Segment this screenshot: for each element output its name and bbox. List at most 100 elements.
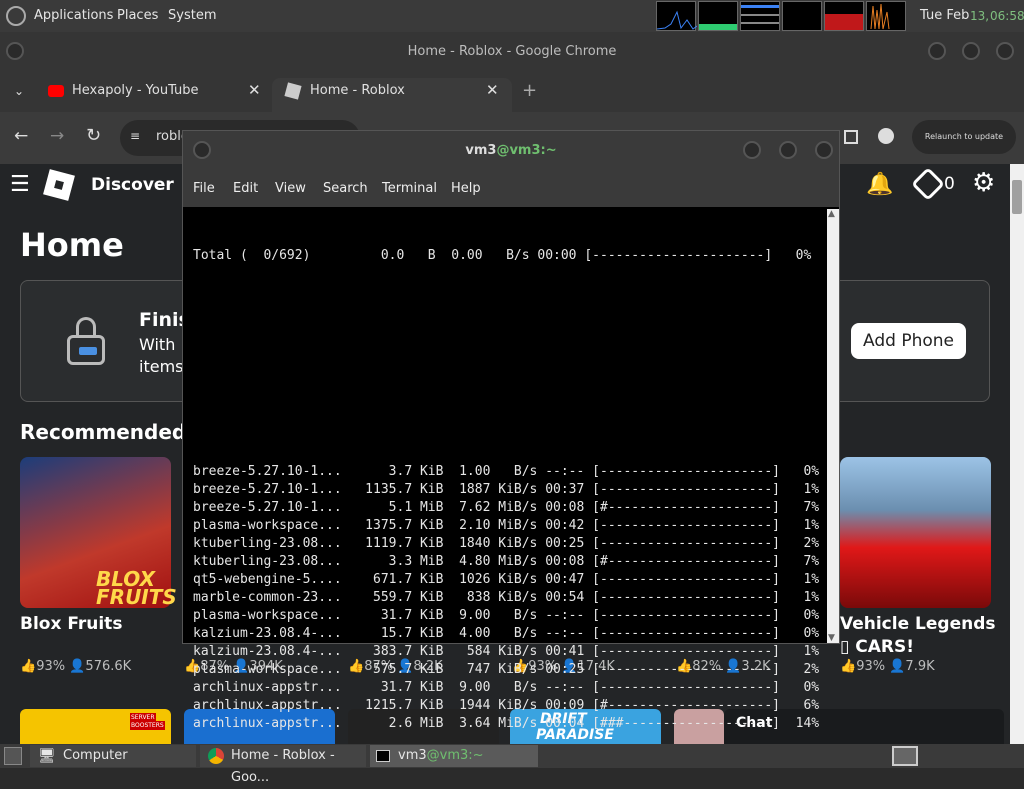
side-panel-icon[interactable]: [844, 130, 858, 144]
taskbar-computer[interactable]: 🖥 Computer: [30, 745, 196, 767]
swap-monitor: [740, 1, 780, 31]
menu-view[interactable]: View: [275, 181, 306, 196]
terminal-line: marble-common-23... 559.7 KiB 838 KiB/s …: [193, 590, 820, 605]
terminal-menubar: File Edit View Search Terminal Help: [183, 171, 839, 207]
tab-youtube[interactable]: Hexapoly - YouTube ✕: [40, 78, 270, 112]
computer-icon: 🖥: [38, 748, 56, 764]
relaunch-button[interactable]: Relaunch to update: [912, 120, 1016, 154]
banner-text-2: items: [139, 357, 184, 376]
roblox-logo-icon[interactable]: [43, 169, 75, 201]
tab-youtube-label: Hexapoly - YouTube: [72, 83, 199, 98]
show-desktop-icon[interactable]: [4, 747, 22, 765]
game-thumbnail[interactable]: SERVER BOOSTERS: [20, 709, 171, 749]
game-title-vehicle-legends[interactable]: Vehicle Legends: [840, 614, 996, 634]
terminal-line: plasma-workspace... 575.7 KiB 747 KiB/s …: [193, 662, 820, 677]
game-stats: 👍93% 👤7.9K: [840, 659, 935, 674]
notification-bell-icon[interactable]: 🔔: [866, 172, 893, 197]
terminal-titlebar[interactable]: vm3@vm3:~: [183, 131, 839, 171]
terminal-line: qt5-webengine-5.... 671.7 KiB 1026 KiB/s…: [193, 572, 820, 587]
chrome-icon: [208, 748, 224, 764]
page-scrollbar[interactable]: [1010, 164, 1024, 744]
tab-roblox[interactable]: Home - Roblox ✕: [272, 78, 512, 112]
menu-edit[interactable]: Edit: [233, 181, 258, 196]
scroll-up-icon[interactable]: ▲: [828, 209, 835, 219]
load-monitor: [782, 1, 822, 31]
disk-monitor: [866, 1, 906, 31]
site-info-icon[interactable]: ≡: [130, 129, 140, 143]
new-tab-plus-icon[interactable]: +: [522, 80, 537, 101]
chrome-titlebar: Home - Roblox - Google Chrome: [0, 32, 1024, 72]
applications-menu[interactable]: Applications: [34, 8, 113, 23]
page-scrollbar-thumb[interactable]: [1012, 180, 1022, 214]
back-arrow-icon[interactable]: ←: [14, 126, 28, 146]
game-stats: 👍93% 👤576.6K: [20, 659, 132, 674]
terminal-line: archlinux-appstr... 2.6 MiB 3.64 MiB/s 0…: [193, 716, 820, 731]
add-phone-button[interactable]: Add Phone: [851, 323, 966, 359]
net-monitor: [824, 1, 864, 31]
settings-gear-icon[interactable]: ⚙: [972, 168, 995, 198]
terminal-line: kalzium-23.08.4-... 15.7 KiB 4.00 B/s --…: [193, 626, 820, 641]
banner-text-1: With: [139, 335, 176, 354]
hamburger-menu-icon[interactable]: ☰: [10, 172, 30, 197]
robux-icon[interactable]: [911, 167, 945, 201]
terminal-scrollbar[interactable]: ▲ ▼: [827, 209, 839, 643]
game-title-blox-fruits[interactable]: Blox Fruits: [20, 614, 122, 634]
menu-file[interactable]: File: [193, 181, 215, 196]
maximize-button[interactable]: [779, 141, 797, 159]
terminal-line: breeze-5.27.10-1... 5.1 MiB 7.62 MiB/s 0…: [193, 500, 820, 515]
maximize-button[interactable]: [962, 42, 980, 60]
taskbar-chrome[interactable]: Home - Roblox - Goo...: [200, 745, 366, 785]
clock-day[interactable]: Tue Feb: [920, 8, 969, 23]
game-title-vehicle-legends-2[interactable]: ▯ CARS!: [840, 637, 914, 657]
forward-arrow-icon[interactable]: →: [50, 126, 64, 146]
workspace-switcher[interactable]: [892, 746, 918, 766]
close-button[interactable]: [996, 42, 1014, 60]
terminal-line: ktuberling-23.08... 1119.7 KiB 1840 KiB/…: [193, 536, 820, 551]
terminal-line: plasma-workspace... 1375.7 KiB 2.10 MiB/…: [193, 518, 820, 533]
terminal-line: breeze-5.27.10-1... 1135.7 KiB 1887 KiB/…: [193, 482, 820, 497]
tab-bar: ⌄ Hexapoly - YouTube ✕ Home - Roblox ✕ +: [0, 72, 1024, 112]
minimize-button[interactable]: [928, 42, 946, 60]
terminal-line: ktuberling-23.08... 3.3 MiB 4.80 MiB/s 0…: [193, 554, 820, 569]
scroll-down-icon[interactable]: ▼: [828, 633, 835, 643]
gnome-foot-icon[interactable]: [6, 6, 26, 26]
bottom-taskbar: 🖥 Computer Home - Roblox - Goo... vm3@vm…: [0, 744, 1024, 785]
places-menu[interactable]: Places: [117, 8, 158, 23]
page-title: Home: [20, 226, 124, 264]
terminal-window[interactable]: vm3@vm3:~ File Edit View Search Terminal…: [182, 130, 840, 731]
system-menu[interactable]: System: [168, 8, 216, 23]
youtube-icon: [48, 85, 64, 97]
game-thumbnail-blox-fruits[interactable]: BLOX FRUITS: [20, 457, 177, 609]
game-thumbnail-vehicle-legends[interactable]: [840, 457, 991, 608]
clock-time[interactable]: 06:58: [990, 9, 1024, 23]
tab-search-chevron-icon[interactable]: ⌄: [14, 84, 24, 98]
reload-icon[interactable]: ↻: [86, 125, 101, 146]
terminal-output[interactable]: Total ( 0/692) 0.0 B 0.00 B/s 00:00 [---…: [193, 211, 823, 731]
profile-avatar-icon[interactable]: [878, 128, 894, 144]
terminal-line: plasma-workspace... 31.7 KiB 9.00 B/s --…: [193, 608, 820, 623]
terminal-icon: [376, 750, 390, 762]
menu-terminal[interactable]: Terminal: [382, 181, 437, 196]
terminal-total-line: Total ( 0/692) 0.0 B 0.00 B/s 00:00 [---…: [193, 248, 812, 263]
tab-roblox-label: Home - Roblox: [310, 83, 405, 98]
minimize-button[interactable]: [743, 141, 761, 159]
clock-date[interactable]: 13,: [970, 9, 989, 23]
terminal-line: archlinux-appstr... 31.7 KiB 9.00 B/s --…: [193, 680, 820, 695]
terminal-line: breeze-5.27.10-1... 3.7 KiB 1.00 B/s --:…: [193, 464, 820, 479]
close-tab-icon[interactable]: ✕: [486, 81, 499, 99]
recommended-heading: Recommended: [20, 420, 187, 444]
terminal-line: archlinux-appstr... 1215.7 KiB 1944 KiB/…: [193, 698, 820, 713]
menu-help[interactable]: Help: [451, 181, 481, 196]
close-button[interactable]: [815, 141, 833, 159]
terminal-title: vm3@vm3:~: [465, 143, 557, 158]
roblox-favicon-icon: [284, 82, 302, 100]
robux-count[interactable]: 0: [944, 174, 955, 194]
top-panel: Applications Places System Tue Feb 13, 0…: [0, 0, 1024, 32]
lock-icon: [67, 317, 105, 365]
menu-search[interactable]: Search: [323, 181, 368, 196]
taskbar-terminal[interactable]: vm3@vm3:~: [370, 745, 538, 767]
terminal-line: kalzium-23.08.4-... 383.7 KiB 584 KiB/s …: [193, 644, 820, 659]
nav-discover[interactable]: Discover: [91, 175, 174, 195]
close-tab-icon[interactable]: ✕: [248, 81, 261, 99]
memory-monitor: [698, 1, 738, 31]
